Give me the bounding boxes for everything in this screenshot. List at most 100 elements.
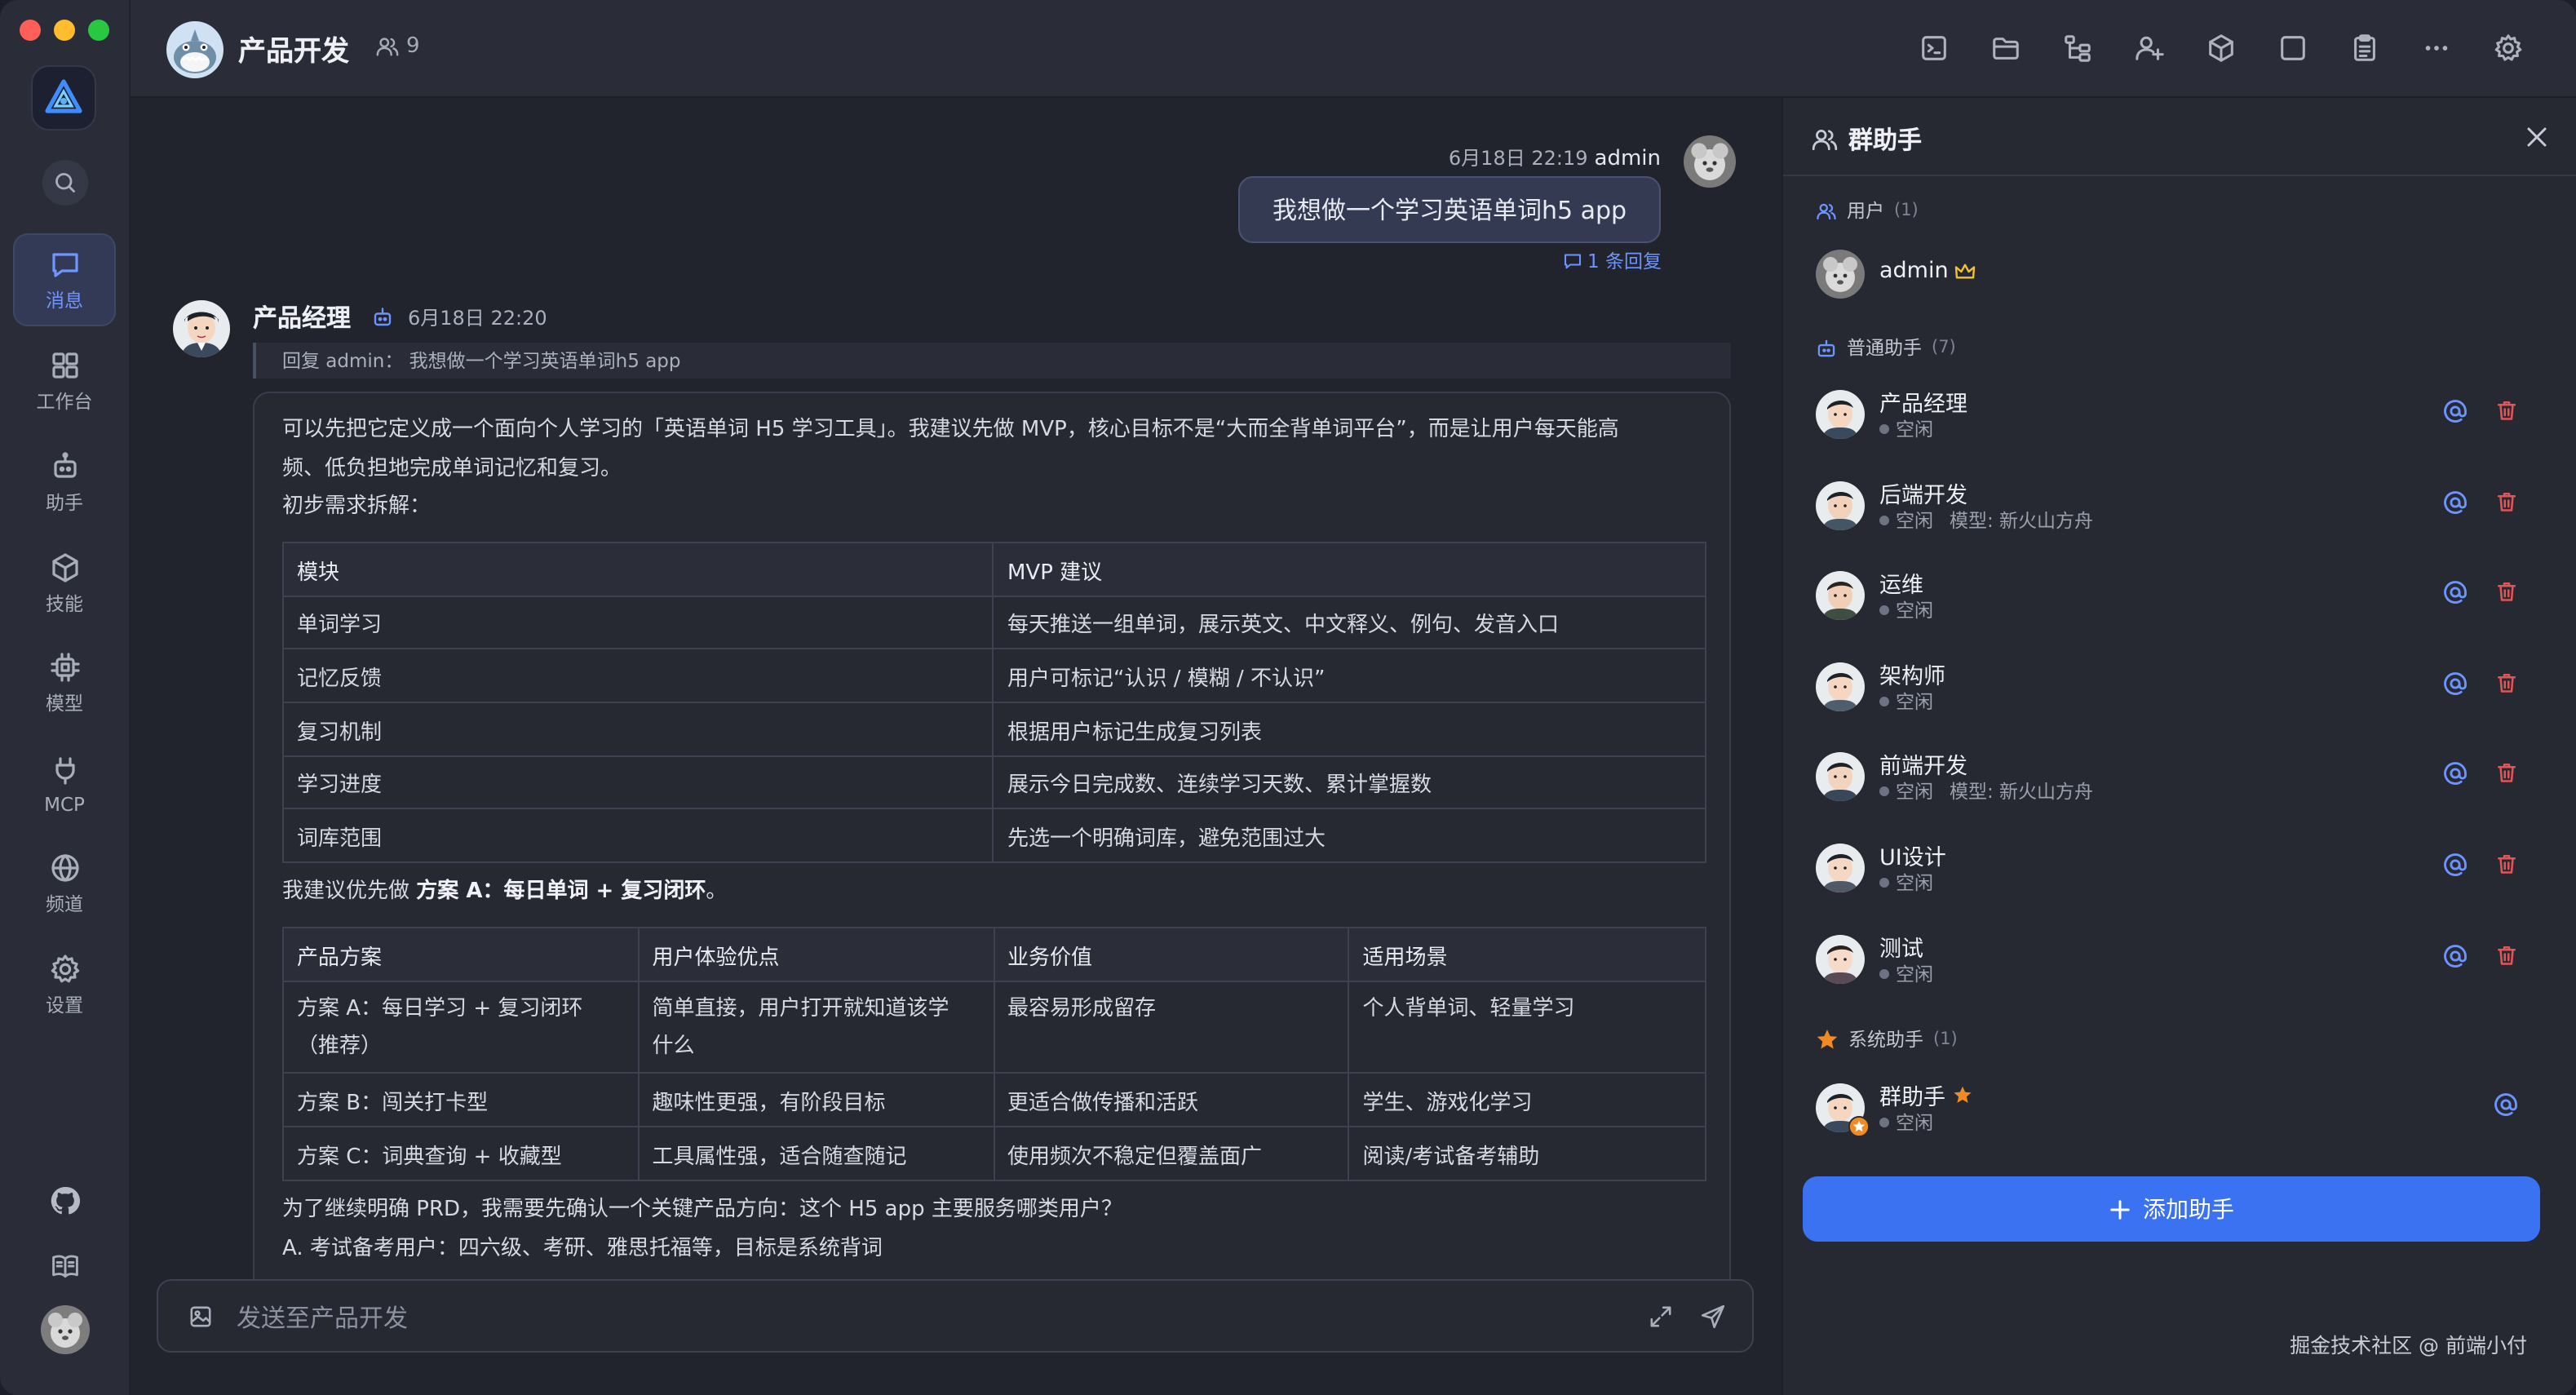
message-icon <box>51 252 77 277</box>
group-title: 产品开发 <box>238 36 349 69</box>
user-row[interactable]: admin <box>1783 241 2576 320</box>
user-name: admin <box>1879 258 1976 284</box>
message-time: 6月18日 22:20 <box>408 307 547 330</box>
message-paragraph: 频、低负担地完成单词记忆和复习。 <box>282 457 622 481</box>
delete-icon[interactable] <box>2494 398 2519 423</box>
sidebar-item-skills[interactable]: 技能 <box>13 537 116 630</box>
mention-icon[interactable] <box>2442 489 2468 515</box>
more-button[interactable] <box>2416 28 2455 67</box>
square-icon <box>2280 35 2304 60</box>
user-message-bubble[interactable]: 我想做一个学习英语单词h5 app <box>1238 176 1661 243</box>
avatar[interactable] <box>1684 135 1736 188</box>
folder-icon <box>1992 37 2018 59</box>
crown-icon <box>1955 263 1976 278</box>
close-window-button[interactable] <box>20 20 41 41</box>
table-row: 单词学习 每天推送一组单词，展示英文、中文释义、例句、发音入口 <box>281 596 1706 649</box>
reply-quote[interactable]: 回复 admin： 我想做一个学习英语单词h5 app <box>253 343 1731 379</box>
search-button[interactable] <box>42 160 88 206</box>
minimize-window-button[interactable] <box>54 20 75 41</box>
panel-toggle-button[interactable] <box>2273 28 2312 67</box>
add-member-button[interactable] <box>2129 28 2168 67</box>
mention-icon[interactable] <box>2442 671 2468 697</box>
maximize-window-button[interactable] <box>88 20 109 41</box>
group-settings-button[interactable] <box>2488 28 2527 67</box>
table-row: 方案 B：闯关打卡型 趣味性更强，有阶段目标 更适合做传播和活跃 学生、游戏化学习 <box>282 1072 1706 1127</box>
avatar <box>1816 250 1865 299</box>
sidebar-item-mcp[interactable]: MCP <box>13 737 116 830</box>
delete-icon[interactable] <box>2494 852 2519 876</box>
user-avatar-button[interactable] <box>0 1305 131 1354</box>
sidebar-item-channels[interactable]: 频道 <box>13 837 116 930</box>
sidebar-item-workbench[interactable]: 工作台 <box>13 334 116 427</box>
agent-name: UI设计 <box>1879 845 1946 871</box>
group-avatar[interactable] <box>166 21 224 78</box>
message-composer[interactable]: 发送至产品开发 <box>157 1279 1754 1353</box>
agent-row[interactable]: 架构师 空闲 <box>1783 653 2576 731</box>
watermark: 掘金技术社区 @ 前端小付 <box>2290 1333 2527 1357</box>
mention-icon[interactable] <box>2442 579 2468 605</box>
bot-message-card: 可以先把它定义成一个面向个人学习的「英语单词 H5 学习工具」。我建议先做 MV… <box>253 392 1731 1305</box>
agent-row[interactable]: 后端开发 空闲 模型: 新火山方舟 <box>1783 471 2576 549</box>
app-logo[interactable] <box>31 65 96 131</box>
table-cell: 先选一个明确词库，避免范围过大 <box>992 808 1706 863</box>
table-header-row: 模块 MVP 建议 <box>281 542 1706 597</box>
agent-row[interactable]: 运维 空闲 <box>1783 561 2576 640</box>
member-count[interactable]: 9 <box>375 34 420 59</box>
mention-icon[interactable] <box>2442 942 2468 968</box>
mention-icon[interactable] <box>2442 761 2468 787</box>
cube-icon <box>2208 33 2233 61</box>
image-upload-icon[interactable] <box>188 1304 214 1330</box>
send-icon[interactable] <box>1700 1304 1726 1330</box>
sidebar-item-settings[interactable]: 设置 <box>13 938 116 1031</box>
agent-row[interactable]: UI设计 空闲 <box>1783 834 2576 912</box>
docs-button[interactable] <box>0 1251 131 1281</box>
add-assistant-button[interactable]: 添加助手 <box>1803 1176 2540 1242</box>
agent-row[interactable]: 产品经理 空闲 <box>1783 380 2576 458</box>
delete-icon[interactable] <box>2494 761 2519 786</box>
mention-icon[interactable] <box>2442 398 2468 424</box>
agent-name: 测试 <box>1879 936 1923 963</box>
recommendation-line: 我建议优先做 方案 A：每日单词 + 复习闭环。 <box>282 879 728 904</box>
add-user-icon <box>2135 35 2163 60</box>
clipboard-button[interactable] <box>2344 28 2383 67</box>
tree-button[interactable] <box>2057 28 2096 67</box>
table-cell: 个人背单词、轻量学习 <box>1348 981 1706 1074</box>
github-button[interactable] <box>0 1185 131 1217</box>
table-header-cell: 产品方案 <box>282 927 640 982</box>
agent-row[interactable]: 测试 空闲 <box>1783 924 2576 1003</box>
reply-thread-link[interactable]: 1 条回复 <box>1563 248 1662 274</box>
table-cell: 学习进度 <box>281 755 994 809</box>
sidebar-item-messages[interactable]: 消息 <box>13 233 116 326</box>
folder-button[interactable] <box>1985 28 2025 67</box>
mention-icon[interactable] <box>2493 1092 2519 1118</box>
more-icon <box>2424 45 2447 50</box>
agent-row[interactable]: 前端开发 空闲 模型: 新火山方舟 <box>1783 743 2576 822</box>
agent-status: 空闲 <box>1879 1109 1933 1136</box>
terminal-icon <box>1921 35 1945 60</box>
agent-status: 空闲 <box>1879 689 1950 715</box>
delete-icon[interactable] <box>2494 671 2519 695</box>
plug-icon <box>55 756 74 784</box>
close-icon[interactable] <box>2525 126 2548 148</box>
sidebar-item-assistants[interactable]: 助手 <box>13 436 116 529</box>
cube-button[interactable] <box>2201 28 2240 67</box>
agent-model: 模型: 新火山方舟 <box>1950 508 2094 532</box>
table-cell: 阅读/考试备考辅助 <box>1348 1126 1706 1181</box>
message-paragraph: 为了继续明确 PRD，我需要先确认一个关键产品方向：这个 H5 app 主要服务… <box>282 1198 1122 1222</box>
table-cell: 使用频次不稳定但覆盖面广 <box>993 1126 1350 1181</box>
delete-icon[interactable] <box>2494 579 2519 604</box>
sidebar-item-models[interactable]: 模型 <box>13 636 116 729</box>
terminal-button[interactable] <box>1914 28 1953 67</box>
sidebar-item-label: 技能 <box>46 591 83 614</box>
delete-icon[interactable] <box>2494 489 2519 513</box>
avatar[interactable] <box>173 300 230 357</box>
mention-icon[interactable] <box>2442 852 2468 878</box>
expand-icon[interactable] <box>1648 1304 1674 1330</box>
delete-icon[interactable] <box>2494 942 2519 967</box>
table-header-cell: MVP 建议 <box>992 542 1706 597</box>
cube-icon <box>51 552 77 582</box>
message-input[interactable]: 发送至产品开发 <box>237 1300 408 1335</box>
system-agent-row[interactable]: 群助手 空闲 <box>1783 1074 2576 1152</box>
table-cell: 方案 A：每日学习 + 复习闭环 （推荐） <box>282 981 640 1074</box>
sidebar-item-label: 设置 <box>46 993 83 1016</box>
